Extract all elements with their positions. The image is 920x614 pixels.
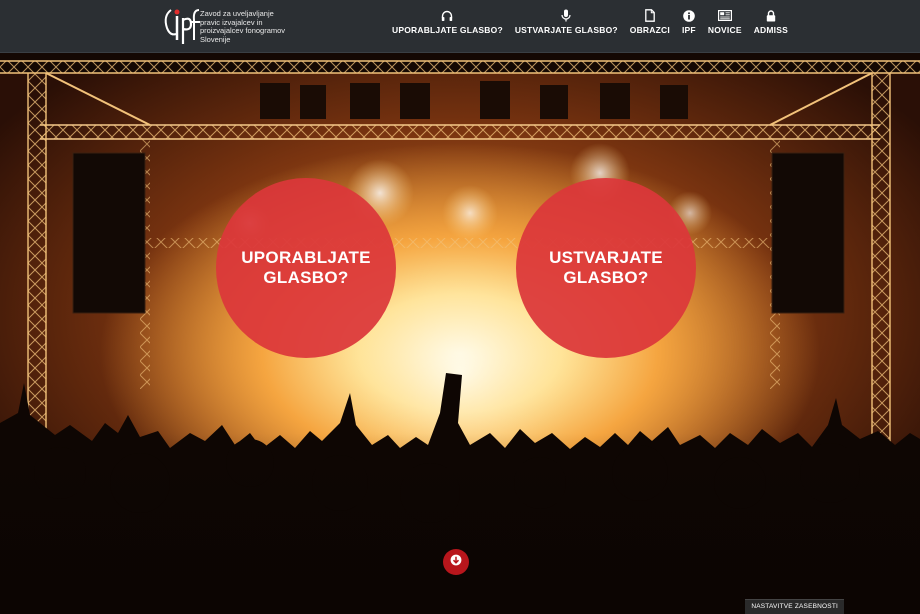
- newspaper-icon: [717, 9, 732, 22]
- nav-item-uporabljate-glasbo[interactable]: UPORABLJATE GLASBO?: [386, 9, 509, 43]
- logo-tagline: Zavod za uveljavljanje pravic izvajalcev…: [200, 9, 286, 44]
- info-icon: [682, 9, 696, 22]
- ustvarjate-glasbo-button[interactable]: USTVARJATE GLASBO?: [516, 178, 696, 358]
- nav-item-admiss[interactable]: ADMISS: [748, 9, 794, 43]
- nav-item-obrazci[interactable]: OBRAZCI: [624, 9, 676, 43]
- concert-stage-illustration: [0, 53, 920, 614]
- nav-item-ipf[interactable]: IPF: [676, 9, 702, 43]
- site-logo[interactable]: Zavod za uveljavljanje pravic izvajalcev…: [161, 6, 295, 46]
- nav-item-novice[interactable]: NOVICE: [702, 9, 748, 43]
- circle-label: UPORABLJATE GLASBO?: [241, 248, 371, 287]
- headphones-icon: [440, 9, 454, 22]
- nav-label: ADMISS: [753, 25, 788, 35]
- uporabljate-glasbo-button[interactable]: UPORABLJATE GLASBO?: [216, 178, 396, 358]
- privacy-settings-button[interactable]: NASTAVITVE ZASEBNOSTI: [745, 599, 844, 614]
- lock-icon: [764, 9, 778, 22]
- nav-label: IPF: [681, 25, 696, 35]
- nav-label: UPORABLJATE GLASBO?: [392, 25, 503, 35]
- microphone-icon: [559, 9, 573, 22]
- nav-label: OBRAZCI: [629, 25, 670, 35]
- scroll-down-button[interactable]: [443, 549, 469, 575]
- site-header: Zavod za uveljavljanje pravic izvajalcev…: [0, 0, 920, 53]
- circle-label: USTVARJATE GLASBO?: [549, 248, 663, 287]
- nav-item-ustvarjate-glasbo[interactable]: USTVARJATE GLASBO?: [509, 9, 624, 43]
- main-nav: UPORABLJATE GLASBO? USTVARJATE GLASBO? O…: [386, 9, 794, 43]
- nav-label: USTVARJATE GLASBO?: [514, 25, 618, 35]
- document-icon: [643, 9, 657, 22]
- hero-concert-banner: UPORABLJATE GLASBO? USTVARJATE GLASBO?: [0, 53, 920, 614]
- ipf-logo-mark: [161, 6, 207, 46]
- nav-label: NOVICE: [707, 25, 742, 35]
- arrow-down-icon: [450, 553, 462, 571]
